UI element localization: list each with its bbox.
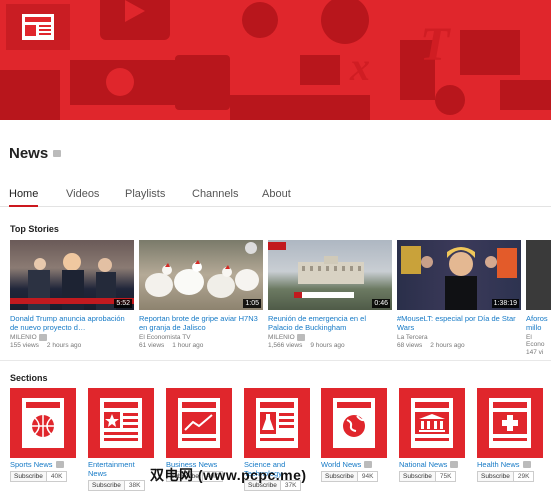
section-card[interactable]: Entertainment News Subscribe 38K: [88, 388, 154, 491]
video-age: 2 hours ago: [430, 342, 465, 349]
subscriber-count: 94K: [357, 471, 379, 482]
video-card[interactable]: 1:38:19 #MouseLT: especial por Día de St…: [397, 240, 521, 349]
tab-channels[interactable]: Channels: [192, 185, 238, 207]
section-thumbnail[interactable]: [166, 388, 232, 458]
sections-heading[interactable]: Sections: [10, 373, 48, 383]
subscribe-button[interactable]: Subscribe: [10, 471, 47, 482]
video-views: 1,566 views: [268, 342, 303, 349]
video-thumbnail[interactable]: [526, 240, 551, 310]
video-channel[interactable]: MILENIO: [268, 334, 295, 341]
cross-icon: [489, 398, 531, 448]
video-card[interactable]: Aforos millo El Econo 147 vi: [526, 240, 551, 356]
verified-badge-icon: [296, 334, 305, 341]
video-age: 1 hour ago: [172, 342, 204, 349]
svg-text:x: x: [349, 44, 370, 89]
flask-icon: [256, 398, 298, 448]
section-thumbnail[interactable]: [88, 388, 154, 458]
video-views: 155 views: [10, 342, 39, 349]
subscribe-button[interactable]: Subscribe: [477, 471, 514, 482]
video-duration: 5:52: [114, 299, 132, 308]
section-name[interactable]: National News: [399, 460, 447, 469]
video-card[interactable]: 1:05 Reportan brote de gripe aviar H7N3 …: [139, 240, 263, 349]
subscriber-count: 75K: [435, 471, 457, 482]
globe-icon: [333, 398, 375, 448]
verified-badge-icon: [55, 461, 64, 468]
section-name[interactable]: World News: [321, 460, 361, 469]
video-card[interactable]: 5:52 Donald Trump anuncia aprobación de …: [10, 240, 134, 349]
channel-logo[interactable]: [6, 4, 70, 50]
subscribe-button[interactable]: Subscribe: [399, 471, 436, 482]
video-channel[interactable]: La Tercera: [397, 334, 428, 341]
video-title[interactable]: Aforos millo: [526, 314, 551, 333]
section-thumbnail[interactable]: [477, 388, 543, 458]
section-name[interactable]: Health News: [477, 460, 520, 469]
subscribe-button[interactable]: Subscribe: [88, 480, 125, 491]
video-channel[interactable]: MILENIO: [10, 334, 37, 341]
verified-badge-icon: [38, 334, 47, 341]
basketball-icon: [22, 398, 64, 448]
video-age: 2 hours ago: [46, 342, 82, 349]
video-title[interactable]: Reunión de emergencia en el Palacio de B…: [268, 314, 392, 333]
video-thumbnail[interactable]: 1:38:19: [397, 240, 521, 310]
verified-badge-icon: [364, 461, 373, 468]
video-channel[interactable]: El Econo: [526, 334, 551, 348]
tab-home[interactable]: Home: [9, 185, 39, 207]
verified-badge-icon: [450, 461, 459, 468]
channel-name: News: [9, 145, 49, 162]
building-icon: [411, 398, 453, 448]
section-name[interactable]: Entertainment News: [88, 460, 135, 478]
star-icon: [100, 398, 142, 448]
video-views: 147 vi: [526, 349, 544, 356]
section-card[interactable]: World News Subscribe 94K: [321, 388, 387, 482]
section-divider: [0, 360, 551, 361]
video-thumbnail[interactable]: 0:46: [268, 240, 392, 310]
video-duration: 1:05: [243, 299, 261, 308]
video-age: 9 hours ago: [310, 342, 345, 349]
verified-badge-icon: [522, 461, 531, 468]
channel-page: { "channel":{"name":"News"}, "tabs":[{"l…: [0, 0, 551, 500]
subscribe-button[interactable]: Subscribe: [321, 471, 358, 482]
subscriber-count: 40K: [46, 471, 68, 482]
video-thumbnail[interactable]: 5:52: [10, 240, 134, 310]
channel-tabs: Home Videos Playlists Channels About: [0, 185, 551, 207]
video-duration: 0:46: [372, 299, 390, 308]
section-card[interactable]: Sports News Subscribe 40K: [10, 388, 76, 482]
video-views: 61 views: [139, 342, 165, 349]
watermark-text: 双电网 (www.pcpc.me): [150, 467, 307, 483]
video-card[interactable]: 0:46 Reunión de emergencia en el Palacio…: [268, 240, 392, 349]
banner-pattern: T x: [0, 0, 551, 120]
video-duration: 1:38:19: [491, 299, 519, 308]
channel-title[interactable]: News: [9, 145, 62, 162]
verified-badge-icon: [53, 150, 62, 157]
section-name[interactable]: Sports News: [10, 460, 53, 469]
video-channel[interactable]: El Economista TV: [139, 334, 191, 341]
tab-playlists[interactable]: Playlists: [125, 185, 165, 207]
video-views: 68 views: [397, 342, 423, 349]
section-card[interactable]: Health News Subscribe 29K: [477, 388, 543, 482]
top-stories-heading[interactable]: Top Stories: [10, 224, 59, 234]
chart-icon: [178, 398, 220, 448]
tab-about[interactable]: About: [262, 185, 291, 207]
svg-text:T: T: [420, 18, 451, 71]
section-thumbnail[interactable]: [10, 388, 76, 458]
section-thumbnail[interactable]: [244, 388, 310, 458]
subscriber-count: 38K: [124, 480, 146, 491]
channel-banner: T x: [0, 0, 551, 120]
video-title[interactable]: Donald Trump anuncia aprobación de nuevo…: [10, 314, 134, 333]
video-thumbnail[interactable]: 1:05: [139, 240, 263, 310]
subscriber-count: 29K: [513, 471, 535, 482]
section-thumbnail[interactable]: [399, 388, 465, 458]
video-title[interactable]: #MouseLT: especial por Día de Star Wars: [397, 314, 521, 333]
tab-videos[interactable]: Videos: [66, 185, 99, 207]
section-card[interactable]: National News Subscribe 75K: [399, 388, 465, 482]
section-thumbnail[interactable]: [321, 388, 387, 458]
video-title[interactable]: Reportan brote de gripe aviar H7N3 en gr…: [139, 314, 263, 333]
newspaper-icon: [22, 14, 54, 40]
